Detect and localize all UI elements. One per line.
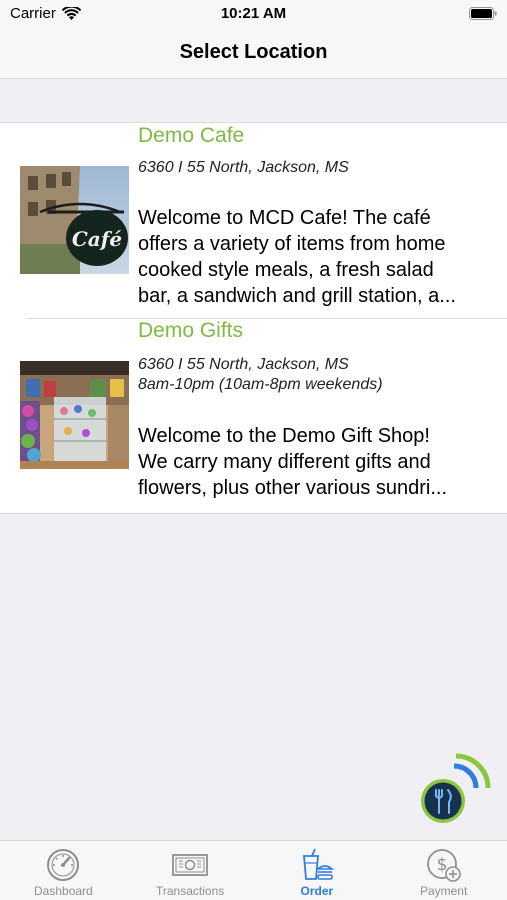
location-address: 6360 I 55 North, Jackson, MS 8am-10pm (1… (138, 355, 383, 395)
floating-order-button[interactable] (416, 750, 492, 826)
location-list: Demo Cafe Café 6360 I 55 North, Jackson,… (0, 122, 507, 514)
status-bar: Carrier 10:21 AM (0, 0, 507, 28)
location-description: Welcome to the Demo Gift Shop! We carry … (138, 423, 490, 501)
drink-burger-icon (302, 848, 335, 880)
description-line: cooked style meals, a fresh salad (138, 259, 434, 281)
address-line: 6360 I 55 North, Jackson, MS (138, 356, 349, 373)
tab-dashboard[interactable]: Dashboard (0, 841, 127, 900)
location-name: Demo Cafe (138, 124, 245, 147)
hours-line: 8am-10pm (10am-8pm weekends) (138, 376, 383, 393)
page-title: Select Location (179, 41, 328, 63)
tab-label: Transactions (156, 884, 225, 898)
description-line: bar, a sandwich and grill station, a... (138, 285, 456, 307)
location-description: Welcome to MCD Cafe! The café offers a v… (138, 205, 490, 309)
tab-label: Dashboard (34, 884, 93, 898)
tab-label: Payment (419, 884, 468, 898)
tab-transactions[interactable]: Transactions (127, 841, 254, 900)
navigation-bar: Select Location (0, 28, 507, 79)
description-line: Welcome to MCD Cafe! The café (138, 207, 431, 229)
location-name: Demo Gifts (138, 319, 244, 342)
tab-order[interactable]: Order (254, 841, 381, 900)
speedometer-icon (47, 849, 80, 881)
location-address: 6360 I 55 North, Jackson, MS (138, 158, 349, 178)
tab-payment[interactable]: $ Payment (380, 841, 507, 900)
battery-icon (469, 7, 497, 20)
gift-shop-image (20, 361, 129, 469)
description-line: Welcome to the Demo Gift Shop! (138, 425, 430, 447)
description-line: flowers, plus other various sundri... (138, 477, 448, 499)
tab-label: Order (300, 884, 334, 898)
cash-icon (172, 854, 209, 876)
description-line: We carry many different gifts and (138, 451, 431, 473)
description-line: offers a variety of items from home (138, 233, 446, 255)
location-row-demo-cafe[interactable]: Demo Cafe Café 6360 I 55 North, Jackson,… (0, 123, 507, 318)
address-line: 6360 I 55 North, Jackson, MS (138, 159, 349, 176)
status-time: 10:21 AM (220, 5, 287, 22)
location-row-demo-gifts[interactable]: Demo Gifts 6360 I 55 North, Jackson, MS … (0, 318, 507, 513)
dollar-plus-icon: $ (426, 849, 461, 882)
tab-bar: Dashboard Transactions Order $ Payment (0, 840, 507, 900)
cafe-sign-text: Café (72, 227, 122, 251)
cafe-image: Café (20, 166, 129, 274)
